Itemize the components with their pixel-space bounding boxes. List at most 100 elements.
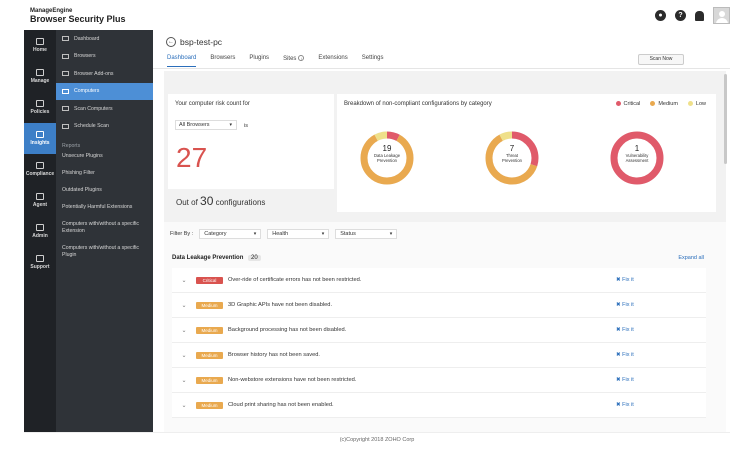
- wrench-icon: ✖: [616, 302, 621, 308]
- out-of-suffix: configurations: [215, 198, 266, 207]
- out-of-prefix: Out of: [176, 198, 198, 207]
- rail-item-home[interactable]: Home: [24, 30, 56, 61]
- wrench-icon: ✖: [616, 327, 621, 333]
- chevron-down-icon: ▾: [253, 231, 257, 237]
- submenu-browsers[interactable]: Browsers: [56, 48, 153, 66]
- report-unsecure-plugins[interactable]: Unsecure Plugins: [56, 153, 153, 170]
- fix-it-button[interactable]: ✖ Fix it: [616, 402, 706, 408]
- row-description: Non-webstore extensions have not been re…: [228, 377, 357, 383]
- page-title: bsp-test-pc: [180, 37, 223, 47]
- donut-label: 7 Threat Prevention: [484, 144, 540, 163]
- rail-item-manage[interactable]: Manage: [24, 61, 56, 92]
- fix-it-label: Fix it: [622, 377, 634, 383]
- legend-dot: [615, 101, 621, 107]
- severity-badge: Critical: [196, 276, 223, 284]
- fix-it-label: Fix it: [622, 402, 634, 408]
- chevron-down-icon[interactable]: ⌄: [172, 402, 196, 409]
- chevron-down-icon[interactable]: ⌄: [172, 277, 196, 284]
- legend-critical: Critical: [615, 101, 641, 107]
- scan-now-button[interactable]: Scan Now: [638, 54, 684, 65]
- donut-threat-prevention[interactable]: 7 Threat Prevention: [484, 130, 540, 186]
- avatar[interactable]: [713, 7, 730, 24]
- table-row[interactable]: ⌄ Critical Over-ride of certificate erro…: [172, 268, 706, 293]
- submenu-schedule-scan[interactable]: Schedule Scan: [56, 118, 153, 136]
- submenu-dashboard[interactable]: Dashboard: [56, 30, 153, 48]
- table-row[interactable]: ⌄ Medium Background processing has not b…: [172, 318, 706, 343]
- submenu-browser-addons[interactable]: Browser Add-ons: [56, 65, 153, 83]
- findings-panel: Filter By : Category ▾ Health ▾ Status ▾ Da…: [164, 222, 726, 432]
- legend-medium: Medium: [650, 101, 678, 107]
- expand-all-link[interactable]: Expand all: [678, 255, 704, 261]
- row-description: Background processing has not been disab…: [228, 327, 347, 333]
- select-value: Health: [272, 231, 289, 237]
- report-extension-computers[interactable]: Computers with/without a specific Extens…: [56, 221, 153, 245]
- back-arrow-icon[interactable]: ←: [166, 37, 176, 47]
- donut-data-leakage[interactable]: 19 Data Leakage Prevention: [359, 130, 415, 186]
- top-bar: ManageEngine Browser Security Plus ● ?: [24, 4, 730, 30]
- tab-sites[interactable]: Sites i: [283, 55, 305, 67]
- document-icon: [36, 100, 44, 107]
- submenu-label: Schedule Scan: [74, 123, 109, 130]
- tab-browsers[interactable]: Browsers: [210, 55, 235, 67]
- reports-heading: Reports: [62, 143, 81, 149]
- tab-extensions[interactable]: Extensions: [318, 55, 347, 67]
- app-window: ManageEngine Browser Security Plus ● ? H…: [0, 0, 754, 460]
- product-name: Browser Security Plus: [30, 14, 126, 24]
- legend-label: Critical: [623, 101, 641, 107]
- tab-settings[interactable]: Settings: [362, 55, 384, 67]
- tab-plugins[interactable]: Plugins: [249, 55, 269, 67]
- fix-it-label: Fix it: [622, 327, 634, 333]
- row-description: Browser history has not been saved.: [228, 352, 320, 358]
- rail-item-support[interactable]: Support: [24, 247, 56, 278]
- row-description: Over-ride of certificate errors has not …: [228, 277, 362, 283]
- donut-vulnerability[interactable]: 1 Vulnerability Assessment: [609, 130, 665, 186]
- rail-item-policies[interactable]: Policies: [24, 92, 56, 123]
- help-icon[interactable]: ?: [675, 10, 686, 21]
- submenu-label: Dashboard: [74, 35, 100, 42]
- table-row[interactable]: ⌄ Medium 3D Graphic APIs have not been d…: [172, 293, 706, 318]
- chevron-down-icon[interactable]: ⌄: [172, 377, 196, 384]
- chevron-down-icon[interactable]: ⌄: [172, 327, 196, 334]
- fix-it-button[interactable]: ✖ Fix it: [616, 277, 706, 283]
- table-row[interactable]: ⌄ Medium Browser history has not been sa…: [172, 343, 706, 368]
- wrench-icon: ✖: [616, 277, 621, 283]
- tab-dashboard[interactable]: Dashboard: [167, 55, 197, 67]
- fix-it-label: Fix it: [622, 352, 634, 358]
- chevron-down-icon[interactable]: ⌄: [172, 352, 196, 359]
- row-description: Cloud print sharing has not been enabled…: [228, 402, 334, 408]
- fix-it-button[interactable]: ✖ Fix it: [616, 302, 706, 308]
- rail-item-compliance[interactable]: Compliance: [24, 154, 56, 185]
- fix-it-button[interactable]: ✖ Fix it: [616, 352, 706, 358]
- report-harmful-extensions[interactable]: Potentially Harmful Extensions: [56, 204, 153, 221]
- insights-submenu: Dashboard Browsers Browser Add-ons Compu…: [56, 30, 153, 432]
- rail-item-admin[interactable]: Admin: [24, 216, 56, 247]
- status-select[interactable]: Status ▾: [335, 229, 398, 239]
- submenu-computers[interactable]: Computers: [56, 82, 153, 100]
- category-select[interactable]: Category ▾: [199, 229, 262, 239]
- breakdown-card: Breakdown of non-compliant configuration…: [337, 94, 716, 212]
- headset-icon: [36, 255, 44, 262]
- risk-is-text: is: [244, 123, 248, 129]
- fix-it-label: Fix it: [622, 302, 634, 308]
- report-plugin-computers[interactable]: Computers with/without a specific Plugin: [56, 245, 153, 269]
- report-phishing-filter[interactable]: Phishing Filter: [56, 170, 153, 187]
- status-icon[interactable]: ●: [655, 10, 666, 21]
- notification-bell-icon[interactable]: [695, 10, 704, 21]
- rail-item-agent[interactable]: Agent: [24, 185, 56, 216]
- chevron-down-icon[interactable]: ⌄: [172, 302, 196, 309]
- browser-select[interactable]: All Browsers ▾: [175, 120, 237, 130]
- table-row[interactable]: ⌄ Medium Cloud print sharing has not bee…: [172, 393, 706, 418]
- submenu-scan-computers[interactable]: Scan Computers: [56, 100, 153, 118]
- scrollbar[interactable]: [724, 74, 727, 164]
- rail-label: Manage: [30, 78, 50, 84]
- computer-icon: [62, 88, 69, 94]
- report-outdated-plugins[interactable]: Outdated Plugins: [56, 187, 153, 204]
- health-select[interactable]: Health ▾: [267, 229, 330, 239]
- table-row[interactable]: ⌄ Medium Non-webstore extensions have no…: [172, 368, 706, 393]
- fix-it-button[interactable]: ✖ Fix it: [616, 377, 706, 383]
- fix-it-button[interactable]: ✖ Fix it: [616, 327, 706, 333]
- donut-label: 1 Vulnerability Assessment: [609, 144, 665, 163]
- footer-copyright: (c)Copyright 2018 ZOHO Corp: [24, 432, 730, 446]
- rail-item-insights[interactable]: Insights: [24, 123, 56, 154]
- legend-label: Low: [695, 101, 706, 107]
